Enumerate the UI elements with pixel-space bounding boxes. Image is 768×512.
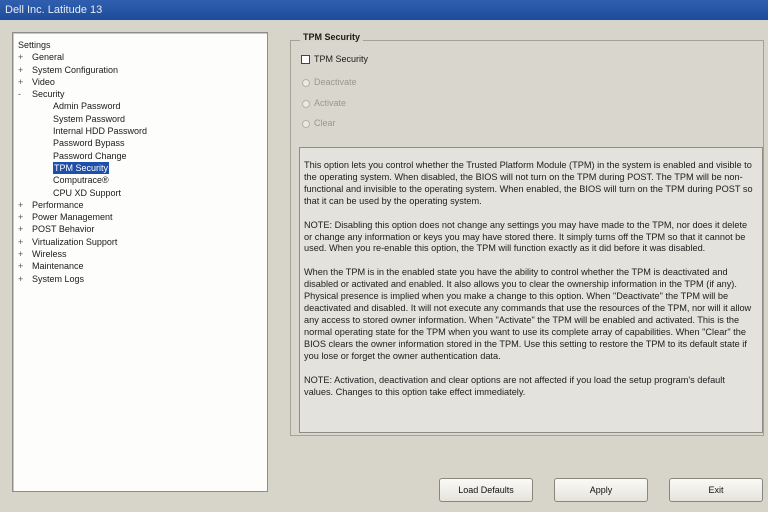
- description-paragraph-3: When the TPM is in the enabled state you…: [304, 267, 752, 361]
- tree-item-label: Security: [32, 89, 65, 100]
- radio-clear[interactable]: Clear: [302, 117, 336, 129]
- description-paragraph-4: NOTE: Activation, deactivation and clear…: [304, 374, 725, 397]
- tree-item-label: Virtualization Support: [32, 236, 118, 247]
- tree-item-label: System Configuration: [32, 64, 119, 75]
- expand-icon[interactable]: +: [18, 260, 28, 272]
- tree-item-tpm-security[interactable]: TPM Security: [18, 161, 267, 175]
- tree-item-label: Password Change: [53, 150, 127, 161]
- tree-item-power-management[interactable]: + Power Management: [18, 211, 267, 223]
- panel-title: TPM Security: [300, 32, 364, 42]
- tree-item-security[interactable]: - Security: [18, 88, 267, 100]
- apply-button[interactable]: Apply: [554, 478, 648, 502]
- expand-icon[interactable]: +: [18, 51, 28, 63]
- tree-item-label: Password Bypass: [53, 138, 125, 149]
- tree-root[interactable]: Settings: [18, 39, 267, 51]
- tree-item-label: CPU XD Support: [53, 187, 122, 198]
- tree-item-label: Internal HDD Password: [53, 126, 148, 137]
- tree-item-system-password[interactable]: System Password: [18, 113, 267, 125]
- radio-activate-label: Activate: [314, 98, 347, 108]
- tree-item-label: System Password: [53, 113, 126, 124]
- tree-item-performance[interactable]: + Performance: [18, 199, 267, 211]
- expand-icon[interactable]: +: [18, 236, 28, 248]
- expand-icon[interactable]: +: [18, 248, 28, 260]
- description-paragraph-2: NOTE: Disabling this option does not cha…: [304, 219, 748, 254]
- radio-deactivate-button[interactable]: [302, 78, 310, 87]
- tree-item-system-configuration[interactable]: + System Configuration: [18, 64, 267, 76]
- tree-item-internal-hdd-password[interactable]: Internal HDD Password: [18, 125, 267, 137]
- tpm-security-checkbox-label: TPM Security: [314, 54, 369, 64]
- tree-item-post-behavior[interactable]: + POST Behavior: [18, 223, 267, 235]
- radio-activate-button[interactable]: [302, 99, 310, 108]
- description-paragraph-1: This option lets you control whether the…: [304, 160, 753, 206]
- tree-item-label: Wireless: [32, 249, 67, 260]
- description-box: This option lets you control whether the…: [299, 147, 763, 433]
- tree-item-label: Computrace®: [53, 175, 109, 186]
- load-defaults-button[interactable]: Load Defaults: [439, 478, 533, 502]
- tree-item-general[interactable]: + General: [18, 51, 267, 63]
- tree-item-cpu-xd-support[interactable]: CPU XD Support: [18, 187, 267, 199]
- tree-item-label: Power Management: [32, 212, 113, 223]
- tree-item-admin-password[interactable]: Admin Password: [18, 100, 267, 112]
- tree-item-password-change[interactable]: Password Change: [18, 150, 267, 162]
- tree-item-video[interactable]: + Video: [18, 76, 267, 88]
- tree-item-label: Video: [32, 76, 55, 87]
- title-bar: Dell Inc. Latitude 13: [0, 0, 768, 20]
- tree-root-label: Settings: [18, 40, 51, 50]
- tree-item-label-selected: TPM Security: [53, 161, 110, 175]
- expand-icon[interactable]: +: [18, 64, 28, 76]
- tpm-security-checkbox[interactable]: [301, 55, 310, 65]
- tree-item-system-logs[interactable]: + System Logs: [18, 273, 267, 285]
- tree-item-label: General: [32, 52, 65, 63]
- settings-tree[interactable]: Settings + General + System Configuratio…: [12, 32, 268, 492]
- radio-deactivate[interactable]: Deactivate: [302, 76, 357, 88]
- collapse-icon[interactable]: -: [18, 88, 28, 100]
- expand-icon[interactable]: +: [18, 223, 28, 235]
- tree-item-maintenance[interactable]: + Maintenance: [18, 260, 267, 272]
- tree-item-label: Maintenance: [32, 261, 84, 272]
- expand-icon[interactable]: +: [18, 76, 28, 88]
- exit-button[interactable]: Exit: [669, 478, 763, 502]
- tree-item-label: POST Behavior: [32, 224, 95, 235]
- tree-item-virtualization-support[interactable]: + Virtualization Support: [18, 236, 267, 248]
- tree-item-computrace[interactable]: Computrace®: [18, 174, 267, 186]
- expand-icon[interactable]: +: [18, 273, 28, 285]
- expand-icon[interactable]: +: [18, 211, 28, 223]
- radio-activate[interactable]: Activate: [302, 97, 346, 109]
- window-title: Dell Inc. Latitude 13: [5, 4, 103, 16]
- tree-item-label: System Logs: [32, 273, 85, 284]
- radio-deactivate-label: Deactivate: [314, 77, 357, 87]
- radio-clear-label: Clear: [314, 118, 336, 128]
- radio-clear-button[interactable]: [302, 119, 310, 128]
- tree-item-label: Admin Password: [53, 101, 121, 112]
- tpm-security-checkbox-row[interactable]: TPM Security: [301, 53, 368, 65]
- expand-icon[interactable]: +: [18, 199, 28, 211]
- tree-item-label: Performance: [32, 199, 84, 210]
- tree-item-password-bypass[interactable]: Password Bypass: [18, 137, 267, 149]
- tree-item-wireless[interactable]: + Wireless: [18, 248, 267, 260]
